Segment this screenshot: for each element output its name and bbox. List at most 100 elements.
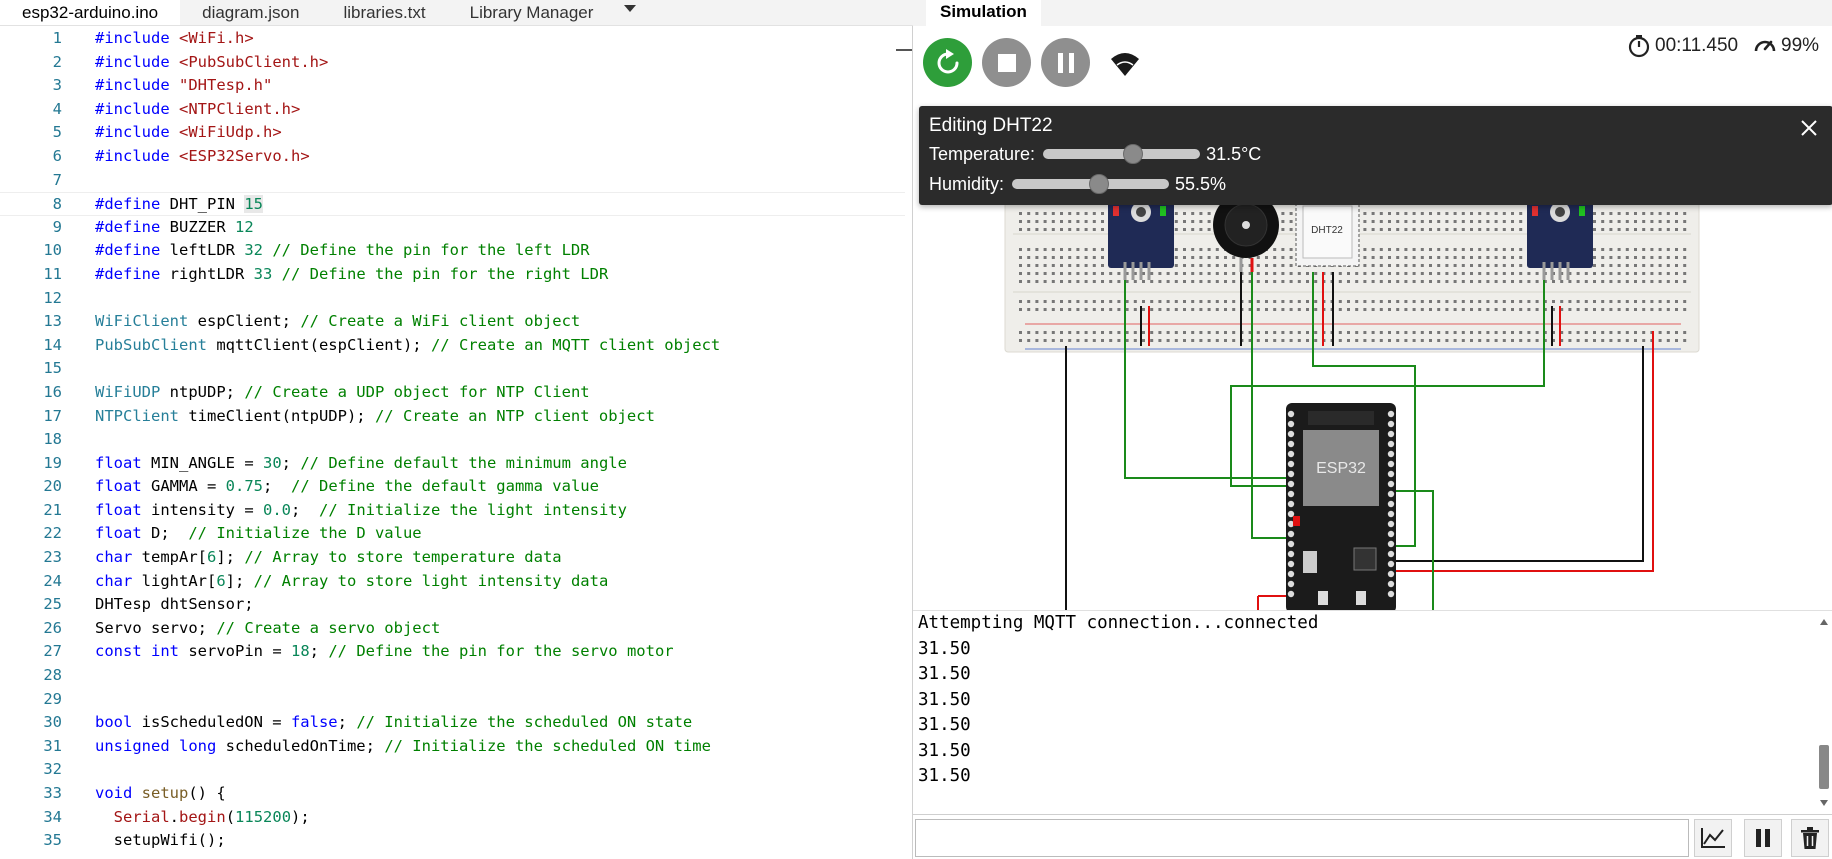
- code-line[interactable]: 15: [0, 357, 905, 381]
- pause-serial-button[interactable]: [1744, 819, 1782, 857]
- code-line[interactable]: 14 PubSubClient mqttClient(espClient); //…: [0, 334, 905, 358]
- tab-diagram-json[interactable]: diagram.json: [180, 0, 321, 25]
- code-token: isScheduledON =: [132, 713, 291, 732]
- code-token: 0.75: [225, 477, 263, 496]
- line-number: 20: [43, 477, 62, 496]
- code-line[interactable]: 1 #include <WiFi.h>: [0, 27, 905, 51]
- scroll-indicator[interactable]: [896, 49, 912, 51]
- stop-simulation-button[interactable]: [982, 38, 1031, 87]
- code-token: #define: [95, 217, 170, 236]
- code-line[interactable]: 21 float intensity = 0.0; // Initialize t…: [0, 499, 905, 523]
- code-token: PubSubClient: [95, 335, 207, 354]
- temperature-slider[interactable]: [1043, 144, 1201, 164]
- code-line[interactable]: 16 WiFiUDP ntpUDP; // Create a UDP object…: [0, 381, 905, 405]
- code-line[interactable]: 28: [0, 664, 905, 688]
- code-line[interactable]: 17 NTPClient timeClient(ntpUDP); // Creat…: [0, 405, 905, 429]
- code-line[interactable]: 24 char lightAr[6]; // Array to store lig…: [0, 570, 905, 594]
- code-text: NTPClient timeClient(ntpUDP); // Create …: [95, 405, 655, 429]
- editor-tab-bar: esp32-arduino.ino diagram.json libraries…: [0, 0, 913, 26]
- simulation-pane: Simulation DHT22 ESP32 00:11.450 99% Edi…: [913, 0, 1832, 859]
- code-line[interactable]: 4 #include <NTPClient.h>: [0, 98, 905, 122]
- code-line[interactable]: 29: [0, 688, 905, 712]
- code-line[interactable]: 35 setupWifi();: [0, 829, 905, 853]
- code-line[interactable]: 26 Servo servo; // Create a servo object: [0, 617, 905, 641]
- code-line[interactable]: 10 #define leftLDR 32 // Define the pin f…: [0, 239, 905, 263]
- esp32-board[interactable]: ESP32: [1286, 403, 1396, 610]
- code-line[interactable]: 30 bool isScheduledON = false; // Initial…: [0, 711, 905, 735]
- plotter-button[interactable]: [1694, 819, 1732, 857]
- chart-icon: [1701, 828, 1725, 848]
- line-number: 27: [43, 642, 62, 661]
- serial-line: 31.50: [918, 740, 971, 761]
- code-token: NTPClient: [95, 406, 179, 425]
- code-token: // Define the pin for the left LDR: [262, 241, 590, 260]
- code-line[interactable]: 20 float GAMMA = 0.75; // Define the defa…: [0, 475, 905, 499]
- dht22-editor-popover: Editing DHT22 Temperature: 31.5°C Humidi…: [919, 106, 1832, 205]
- code-line[interactable]: 22 float D; // Initialize the D value: [0, 522, 905, 546]
- code-token: // Create a WiFi client object: [300, 312, 581, 331]
- temperature-slider-thumb[interactable]: [1122, 144, 1143, 164]
- code-area[interactable]: 1 #include <WiFi.h> 2 #include <PubSubClien…: [0, 27, 905, 859]
- code-line[interactable]: 2 #include <PubSubClient.h>: [0, 51, 905, 75]
- tabs-dropdown-icon[interactable]: [615, 0, 645, 25]
- code-line[interactable]: 5 #include <WiFiUdp.h>: [0, 121, 905, 145]
- code-token: // Define the pin for the servo motor: [328, 642, 674, 661]
- code-line[interactable]: 7: [0, 169, 905, 193]
- code-token: rightLDR: [169, 264, 254, 283]
- code-line[interactable]: 8 #define DHT_PIN 15: [0, 192, 905, 216]
- code-text: WiFiClient espClient; // Create a WiFi c…: [95, 310, 580, 334]
- close-icon[interactable]: [1799, 118, 1819, 138]
- stopwatch-icon: [1628, 35, 1650, 58]
- code-token: #include: [95, 146, 179, 165]
- humidity-slider-thumb[interactable]: [1089, 174, 1110, 194]
- code-token: // Create a UDP object for NTP Client: [244, 382, 590, 401]
- restart-simulation-button[interactable]: [923, 38, 972, 87]
- code-line[interactable]: 13 WiFiClient espClient; // Create a WiFi…: [0, 310, 905, 334]
- scroll-down-icon[interactable]: [1820, 800, 1828, 806]
- code-line[interactable]: 19 float MIN_ANGLE = 30; // Define defaul…: [0, 452, 905, 476]
- code-line[interactable]: 25 DHTesp dhtSensor;: [0, 593, 905, 617]
- serial-input[interactable]: [915, 819, 1689, 857]
- wifi-icon: [1111, 53, 1139, 76]
- code-token: <WiFiUdp.h>: [179, 123, 282, 142]
- tab-sketch-file[interactable]: esp32-arduino.ino: [0, 0, 181, 25]
- code-text: float D; // Initialize the D value: [95, 522, 422, 546]
- line-number: 2: [52, 52, 62, 71]
- code-token: WiFiClient: [95, 312, 189, 331]
- code-line[interactable]: 18: [0, 428, 905, 452]
- code-line[interactable]: 31 unsigned long scheduledOnTime; // Init…: [0, 735, 905, 759]
- code-line[interactable]: 33 void setup() {: [0, 782, 905, 806]
- code-text: Servo servo; // Create a servo object: [95, 617, 440, 641]
- line-number: 35: [43, 831, 62, 850]
- code-text: Serial.begin(115200);: [95, 806, 310, 830]
- tab-libraries-txt[interactable]: libraries.txt: [321, 0, 447, 25]
- code-token: () {: [188, 784, 226, 802]
- code-line[interactable]: 23 char tempAr[6]; // Array to store temp…: [0, 546, 905, 570]
- code-line[interactable]: 32: [0, 758, 905, 782]
- dht22-sensor[interactable]: DHT22: [1295, 201, 1360, 267]
- code-line[interactable]: 9 #define BUZZER 12: [0, 216, 905, 240]
- code-token: lightAr[: [132, 571, 217, 590]
- humidity-slider[interactable]: [1012, 174, 1170, 194]
- code-line[interactable]: 6 #include <ESP32Servo.h>: [0, 145, 905, 169]
- scroll-up-icon[interactable]: [1820, 619, 1828, 625]
- line-number: 30: [43, 713, 62, 732]
- serial-scrollbar[interactable]: [1816, 610, 1832, 814]
- code-token: DHTesp dhtSensor;: [95, 595, 254, 614]
- code-token: Servo servo;: [95, 618, 217, 637]
- code-token: ;: [337, 713, 357, 732]
- code-line[interactable]: 27 const int servoPin = 18; // Define the…: [0, 640, 905, 664]
- code-line[interactable]: 12: [0, 287, 905, 311]
- code-token: char: [95, 548, 133, 567]
- pause-simulation-button[interactable]: [1041, 38, 1090, 87]
- code-token: float: [95, 524, 142, 543]
- code-token: bool: [95, 713, 133, 732]
- tab-simulation[interactable]: Simulation: [926, 0, 1041, 26]
- serial-monitor-output[interactable]: Attempting MQTT connection...connected 31…: [913, 610, 1832, 814]
- code-line[interactable]: 11 #define rightLDR 33 // Define the pin …: [0, 263, 905, 287]
- code-line[interactable]: 34 Serial.begin(115200);: [0, 806, 905, 830]
- clear-serial-button[interactable]: [1791, 819, 1829, 857]
- code-line[interactable]: 3 #include "DHTesp.h": [0, 74, 905, 98]
- code-token: DHT_PIN: [169, 195, 245, 214]
- tab-library-manager[interactable]: Library Manager: [448, 0, 616, 25]
